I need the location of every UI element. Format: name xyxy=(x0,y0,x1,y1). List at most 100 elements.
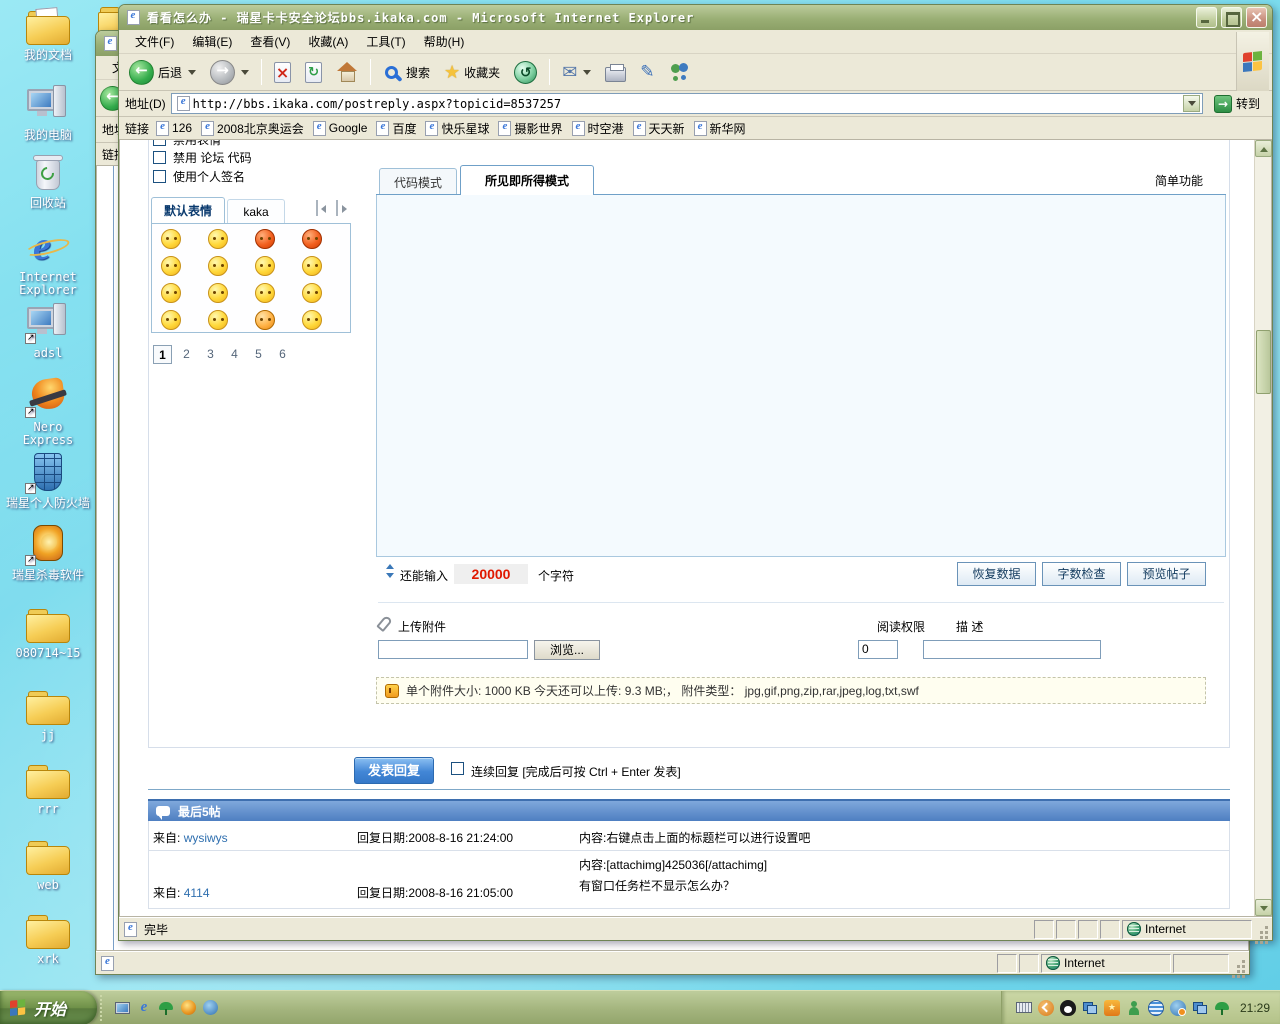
print-button[interactable] xyxy=(599,60,632,85)
back-button[interactable]: 后退 xyxy=(123,57,202,88)
quicklaunch-rising-umbrella[interactable] xyxy=(155,996,177,1020)
emoticon-shy[interactable] xyxy=(302,283,322,303)
maximize-button[interactable] xyxy=(1221,7,1242,28)
emoticon-big-grin[interactable] xyxy=(208,283,228,303)
desktop-icon-nero-express[interactable]: Nero Express xyxy=(6,376,90,447)
tray-internet-globe-icon[interactable] xyxy=(1170,1000,1186,1016)
smiley-tab-kaka[interactable]: kaka xyxy=(227,199,285,223)
desktop-icon-my-documents[interactable]: 我的文档 xyxy=(6,4,90,62)
search-button[interactable]: 搜索 xyxy=(377,61,436,84)
link-item[interactable]: 天天新 xyxy=(630,120,685,137)
desktop-icon-recycle-bin[interactable]: 回收站 xyxy=(6,152,90,210)
continue-reply-checkbox[interactable] xyxy=(451,762,464,775)
home-button[interactable] xyxy=(330,59,364,85)
scroll-down-icon[interactable] xyxy=(1255,899,1272,916)
start-button[interactable]: 开始 xyxy=(0,991,97,1024)
scroll-thumb[interactable] xyxy=(1256,330,1271,394)
emoticon-sad[interactable] xyxy=(302,256,322,276)
messenger-button[interactable] xyxy=(663,59,697,85)
mail-button[interactable] xyxy=(556,59,597,86)
close-button[interactable] xyxy=(1246,7,1267,28)
edit-button[interactable] xyxy=(634,59,660,85)
emoticon-look-up[interactable] xyxy=(302,310,322,330)
tray-network-icon[interactable] xyxy=(1082,1000,1098,1016)
menu-item[interactable]: 文件(F) xyxy=(127,30,182,53)
favorites-button[interactable]: 收藏夹 xyxy=(438,59,506,86)
tray-clock[interactable]: 21:29 xyxy=(1236,1001,1270,1015)
refresh-button[interactable] xyxy=(299,59,328,86)
tray-keyboard-icon[interactable] xyxy=(1016,1000,1032,1016)
link-item[interactable]: 摄影世界 xyxy=(495,120,562,137)
resize-grip[interactable] xyxy=(1233,956,1247,970)
forward-button[interactable] xyxy=(204,57,255,88)
go-button[interactable]: 转到 xyxy=(1208,94,1266,114)
option-partial[interactable]: 禁用表情 xyxy=(153,140,221,148)
tab-code-mode[interactable]: 代码模式 xyxy=(379,168,457,195)
smiley-prev-icon[interactable] xyxy=(316,200,318,216)
tray-collapse-chevron-icon[interactable] xyxy=(1038,1000,1054,1016)
user-link[interactable]: wysiwys xyxy=(184,831,228,845)
desktop-icon-rising-firewall[interactable]: 瑞星个人防火墙 xyxy=(6,452,90,510)
smiley-page-6[interactable]: 6 xyxy=(273,345,292,364)
browse-button[interactable]: 浏览... xyxy=(534,640,600,660)
link-item[interactable]: 2008北京奥运会 xyxy=(198,120,304,137)
link-item[interactable]: 时空港 xyxy=(569,120,624,137)
emoticon-furious-red[interactable] xyxy=(302,229,322,249)
smiley-tab-default[interactable]: 默认表情 xyxy=(151,197,225,223)
quicklaunch-media-player[interactable] xyxy=(199,996,221,1020)
emoticon-tongue-wink[interactable] xyxy=(161,256,181,276)
checkbox[interactable] xyxy=(153,151,166,164)
option-use-signature[interactable]: 使用个人签名 xyxy=(153,167,245,185)
desktop-icon-folder[interactable]: xrk xyxy=(6,908,90,966)
smiley-page-2[interactable]: 2 xyxy=(177,345,196,364)
option-disable-bbcode[interactable]: 禁用 论坛 代码 xyxy=(153,148,252,166)
desktop-icon-folder[interactable]: 080714~15 xyxy=(6,602,90,660)
desktop-icon-internet-explorer[interactable]: eInternet Explorer xyxy=(6,226,90,297)
quicklaunch-rising-lion[interactable] xyxy=(177,996,199,1020)
menu-item[interactable]: 编辑(E) xyxy=(184,30,240,53)
resize-grip[interactable] xyxy=(1256,922,1270,936)
checkbox[interactable] xyxy=(153,140,166,146)
attachment-file-input[interactable] xyxy=(378,640,528,659)
smiley-next-icon[interactable] xyxy=(336,200,338,216)
emoticon-smile[interactable] xyxy=(255,256,275,276)
link-item[interactable]: 百度 xyxy=(373,120,416,137)
checkbox[interactable] xyxy=(153,170,166,183)
emoticon-smirk[interactable] xyxy=(208,310,228,330)
tool-button[interactable]: 预览帖子 xyxy=(1127,562,1206,586)
menu-item[interactable]: 工具(T) xyxy=(358,30,413,53)
vertical-scrollbar[interactable] xyxy=(1254,140,1271,916)
wysiwyg-editor-area[interactable] xyxy=(376,195,1226,557)
ie-window[interactable]: 看看怎么办 - 瑞星卡卡安全论坛bbs.ikaka.com - Microsof… xyxy=(118,4,1273,941)
stop-button[interactable] xyxy=(268,59,297,86)
simple-mode-link[interactable]: 简单功能 xyxy=(1155,172,1203,189)
smiley-page-1[interactable]: 1 xyxy=(153,345,172,364)
submit-reply-button[interactable]: 发表回复 xyxy=(354,757,434,784)
scroll-up-icon[interactable] xyxy=(1255,140,1272,157)
emoticon-cry[interactable] xyxy=(255,283,275,303)
smiley-page-5[interactable]: 5 xyxy=(249,345,268,364)
emoticon-cool[interactable] xyxy=(161,283,181,303)
link-item[interactable]: 新华网 xyxy=(691,120,746,137)
tray-striped-globe-icon[interactable] xyxy=(1148,1000,1164,1016)
desc-input[interactable] xyxy=(923,640,1101,659)
tab-wysiwyg-mode[interactable]: 所见即所得模式 xyxy=(460,165,594,195)
link-item[interactable]: 126 xyxy=(153,121,192,136)
titlebar[interactable]: 看看怎么办 - 瑞星卡卡安全论坛bbs.ikaka.com - Microsof… xyxy=(119,5,1272,30)
smiley-page-4[interactable]: 4 xyxy=(225,345,244,364)
desktop-icon-folder[interactable]: jj xyxy=(6,684,90,742)
desktop-icon-rising-antivirus[interactable]: 瑞星杀毒软件 xyxy=(6,524,90,582)
tray-qq-icon[interactable] xyxy=(1060,1000,1076,1016)
link-item[interactable]: 快乐星球 xyxy=(422,120,489,137)
emoticon-laugh[interactable] xyxy=(208,256,228,276)
tray-green-buddy-icon[interactable] xyxy=(1126,1000,1142,1016)
minimize-button[interactable] xyxy=(1196,7,1217,28)
forward-dropdown-icon[interactable] xyxy=(241,70,249,75)
menu-item[interactable]: 帮助(H) xyxy=(416,30,473,53)
mail-dropdown-icon[interactable] xyxy=(583,70,591,75)
tool-button[interactable]: 字数检查 xyxy=(1042,562,1121,586)
desktop-icon-folder[interactable]: web xyxy=(6,834,90,892)
tool-button[interactable]: 恢复数据 xyxy=(957,562,1036,586)
emoticon-love[interactable] xyxy=(161,310,181,330)
user-link[interactable]: 4114 xyxy=(184,886,210,900)
